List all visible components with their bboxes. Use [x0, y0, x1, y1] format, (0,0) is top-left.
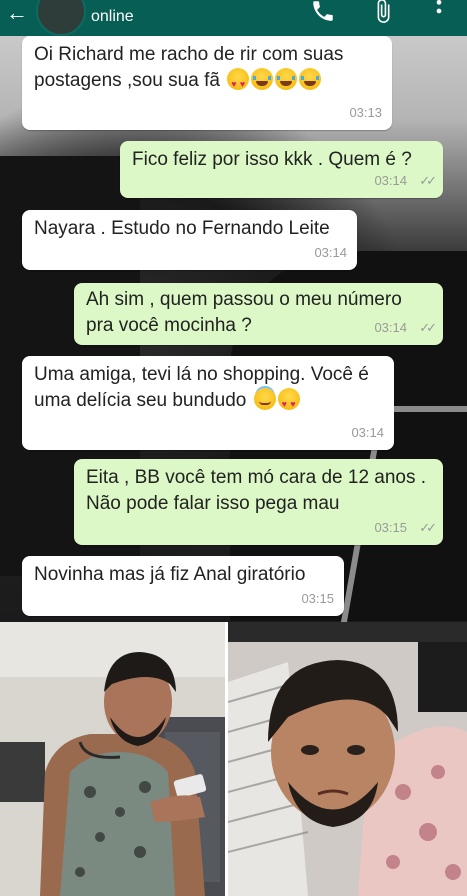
- message-text: Oi Richard me racho de rir com suas post…: [34, 44, 344, 91]
- photo-man-in-tank-top[interactable]: [0, 622, 225, 896]
- double-check-icon: ✓✓: [419, 173, 437, 188]
- message-time: 03:13: [349, 105, 382, 120]
- chat-header: ← online: [0, 0, 467, 36]
- photo-man-on-pillow[interactable]: [228, 622, 467, 896]
- message-text: Fico feliz por isso kkk . Quem é ?: [132, 149, 412, 170]
- message-text: Uma amiga, tevi lá no shopping. Você é u…: [34, 364, 369, 411]
- back-arrow-icon[interactable]: ←: [6, 2, 28, 24]
- message-incoming[interactable]: Nayara . Estudo no Fernando Leite 03:14: [22, 210, 357, 270]
- message-time: 03:15: [374, 520, 407, 535]
- message-text: Nayara . Estudo no Fernando Leite: [34, 218, 330, 239]
- paperclip-icon[interactable]: [370, 0, 396, 24]
- heart-eyes-emoji-icon: [277, 388, 300, 417]
- message-incoming[interactable]: Oi Richard me racho de rir com suas post…: [22, 36, 392, 130]
- message-time: 03:14: [314, 245, 347, 260]
- tears-of-joy-emoji-icon: [275, 68, 298, 90]
- message-outgoing[interactable]: Fico feliz por isso kkk . Quem é ? 03:14…: [120, 141, 443, 198]
- message-text: Eita , BB você tem mó cara de 12 anos . …: [86, 467, 427, 514]
- contact-avatar[interactable]: [36, 0, 86, 36]
- message-time: 03:15: [301, 591, 334, 606]
- message-incoming[interactable]: Novinha mas já fiz Anal giratório 03:15: [22, 556, 344, 616]
- message-text: Ah sim , quem passou o meu número pra vo…: [86, 289, 402, 336]
- double-check-icon: ✓✓: [419, 520, 437, 535]
- photo-collage: [0, 622, 467, 896]
- message-time: 03:14: [374, 173, 407, 188]
- more-vert-icon[interactable]: [426, 0, 452, 24]
- message-outgoing[interactable]: Ah sim , quem passou o meu número pra vo…: [74, 283, 443, 345]
- message-incoming[interactable]: Uma amiga, tevi lá no shopping. Você é u…: [22, 356, 394, 450]
- heart-eyes-emoji-icon: [227, 68, 250, 97]
- contact-status: online: [91, 8, 134, 25]
- message-time: 03:14: [351, 425, 384, 440]
- message-time: 03:14: [374, 320, 407, 335]
- smiling-with-halo-emoji-icon: [253, 388, 276, 410]
- tears-of-joy-emoji-icon: [299, 68, 322, 90]
- message-text: Novinha mas já fiz Anal giratório: [34, 564, 306, 585]
- double-check-icon: ✓✓: [419, 320, 437, 335]
- message-outgoing[interactable]: Eita , BB você tem mó cara de 12 anos . …: [74, 459, 443, 545]
- phone-icon[interactable]: [310, 0, 336, 24]
- tears-of-joy-emoji-icon: [251, 68, 274, 90]
